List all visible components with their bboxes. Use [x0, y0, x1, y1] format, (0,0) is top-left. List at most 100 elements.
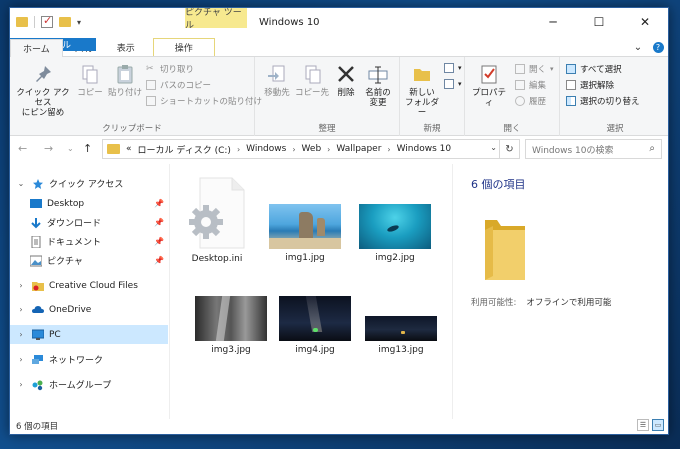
recent-locations-chevron-icon[interactable]: ⌄ — [67, 144, 74, 153]
move-to-button[interactable]: 移動先 — [261, 63, 293, 98]
new-folder-quick-icon[interactable] — [59, 17, 71, 27]
rename-button[interactable]: 名前の 変更 — [361, 63, 395, 108]
file-item-img13[interactable]: img13.jpg — [358, 316, 444, 355]
address-bar[interactable]: « ローカル ディスク (C:) › Windows › Web › Wallp… — [102, 139, 520, 159]
file-name: img3.jpg — [211, 345, 251, 355]
properties-button[interactable]: プロパティ — [469, 63, 509, 108]
expand-ribbon-icon[interactable]: ⌄ — [628, 38, 648, 56]
tab-view[interactable]: 表示 — [105, 38, 147, 56]
new-item-icon — [444, 63, 454, 73]
nav-label: PC — [49, 329, 61, 340]
pin-icon[interactable]: 📌 — [154, 256, 164, 265]
nav-item-onedrive[interactable]: › OneDrive — [10, 300, 168, 319]
properties-quick-icon[interactable] — [41, 14, 53, 28]
nav-item-quick-access[interactable]: ⌄ クイック アクセス — [10, 174, 168, 193]
move-to-label: 移動先 — [264, 88, 290, 98]
breadcrumb-overflow[interactable]: « — [126, 144, 132, 154]
file-item-img3[interactable]: img3.jpg — [188, 296, 274, 355]
collapsed-chevron-icon[interactable]: › — [16, 380, 26, 389]
breadcrumb-local-disk[interactable]: ローカル ディスク (C:) — [138, 143, 231, 156]
copy-to-button[interactable]: コピー先 — [295, 63, 329, 98]
nav-item-documents[interactable]: ドキュメント 📌 — [10, 232, 168, 251]
file-name: Desktop.ini — [191, 254, 243, 264]
pin-quick-access-button[interactable]: クイック アクセス にピン留め — [14, 63, 72, 118]
pin-icon[interactable]: 📌 — [154, 199, 164, 208]
availability-label: 利用可能性: — [471, 298, 517, 308]
invert-selection-button[interactable]: 選択の切り替え — [566, 95, 640, 107]
nav-item-downloads[interactable]: ダウンロード 📌 — [10, 213, 168, 232]
breadcrumb-windows-10[interactable]: Windows 10 — [397, 144, 452, 154]
expanded-chevron-icon[interactable]: ⌄ — [16, 179, 26, 188]
tab-home[interactable]: ホーム — [10, 39, 63, 57]
open-button[interactable]: 開く ▾ — [515, 63, 554, 75]
help-button[interactable]: ? — [648, 38, 668, 56]
nav-label: クイック アクセス — [49, 180, 124, 190]
nav-item-pictures[interactable]: ピクチャ 📌 — [10, 251, 168, 270]
file-item-img1[interactable]: img1.jpg — [262, 204, 348, 263]
breadcrumb-windows[interactable]: Windows — [246, 144, 286, 154]
details-view-icon[interactable]: ☰ — [637, 419, 649, 431]
delete-button[interactable]: 削除 — [333, 63, 359, 98]
pin-icon[interactable]: 📌 — [154, 237, 164, 246]
rename-icon — [368, 66, 388, 84]
breadcrumb-web[interactable]: Web — [302, 144, 322, 154]
large-icons-view-icon[interactable]: ▭ — [652, 419, 664, 431]
chevron-right-icon[interactable]: › — [387, 145, 390, 154]
search-input[interactable]: Windows 10の検索 ⌕ — [525, 139, 662, 159]
pin-icon[interactable]: 📌 — [154, 218, 164, 227]
new-folder-button[interactable]: 新しい フォルダー — [404, 63, 440, 118]
paste-button[interactable]: 貼り付け — [108, 63, 142, 98]
copy-button[interactable]: コピー — [76, 63, 104, 98]
file-item-desktop-ini[interactable]: Desktop.ini — [174, 176, 260, 264]
file-item-img2[interactable]: img2.jpg — [352, 204, 438, 263]
search-icon: ⌕ — [649, 143, 655, 154]
window-title: Windows 10 — [259, 17, 320, 28]
image-thumbnail — [359, 204, 431, 249]
new-item-dropdown[interactable]: ▾ — [444, 63, 462, 73]
close-button[interactable]: ✕ — [622, 8, 668, 36]
nav-item-network[interactable]: › ネットワーク — [10, 350, 168, 369]
paste-shortcut-button[interactable]: ショートカットの貼り付け — [146, 95, 262, 107]
nav-item-homegroup[interactable]: › ホームグループ — [10, 375, 168, 394]
new-folder-icon — [414, 69, 430, 81]
minimize-button[interactable]: ─ — [530, 8, 576, 36]
collapsed-chevron-icon[interactable]: › — [16, 281, 26, 290]
up-arrow-icon[interactable]: ↑ — [83, 142, 92, 155]
delete-label: 削除 — [337, 88, 355, 98]
select-all-button[interactable]: すべて選択 — [566, 63, 622, 75]
maximize-button[interactable]: ☐ — [576, 8, 622, 36]
chevron-right-icon[interactable]: › — [292, 145, 295, 154]
nav-label: ピクチャ — [47, 257, 83, 267]
paste-icon — [117, 65, 133, 84]
back-arrow-icon[interactable]: ← — [18, 142, 27, 155]
image-thumbnail — [269, 204, 341, 249]
nav-item-desktop[interactable]: Desktop 📌 — [10, 194, 168, 213]
collapsed-chevron-icon[interactable]: › — [16, 330, 26, 339]
copy-to-icon — [305, 65, 321, 84]
large-folder-icon — [485, 220, 525, 280]
computer-icon — [32, 329, 44, 340]
history-icon — [515, 96, 525, 106]
history-button[interactable]: 履歴 — [515, 95, 546, 107]
customize-toolbar-dropdown-icon[interactable]: ▾ — [77, 18, 81, 27]
cut-button[interactable]: ✂ 切り取り — [146, 63, 194, 75]
edit-button[interactable]: 編集 — [515, 79, 546, 91]
collapsed-chevron-icon[interactable]: › — [16, 355, 26, 364]
copy-path-button[interactable]: パスのコピー — [146, 79, 211, 91]
collapsed-chevron-icon[interactable]: › — [16, 305, 26, 314]
breadcrumb-wallpaper[interactable]: Wallpaper — [336, 144, 381, 154]
file-item-img4[interactable]: img4.jpg — [272, 296, 358, 355]
tab-manage[interactable]: 操作 — [152, 38, 215, 56]
forward-arrow-icon[interactable]: → — [44, 142, 53, 155]
refresh-icon[interactable]: ↻ — [499, 140, 519, 158]
nav-item-pc[interactable]: › PC — [10, 325, 168, 344]
chevron-right-icon[interactable]: › — [237, 145, 240, 154]
search-placeholder: Windows 10の検索 — [532, 145, 614, 156]
chevron-down-icon[interactable]: ⌄ — [490, 143, 497, 152]
nav-item-creative-cloud[interactable]: › Creative Cloud Files — [10, 276, 168, 295]
chevron-right-icon[interactable]: › — [327, 145, 330, 154]
file-list: Desktop.ini img1.jpg img2.jpg img3.jpg i… — [172, 164, 452, 419]
easy-access-dropdown[interactable]: ▾ — [444, 79, 462, 89]
availability-value: オフラインで利用可能 — [526, 298, 612, 308]
select-none-button[interactable]: 選択解除 — [566, 79, 614, 91]
